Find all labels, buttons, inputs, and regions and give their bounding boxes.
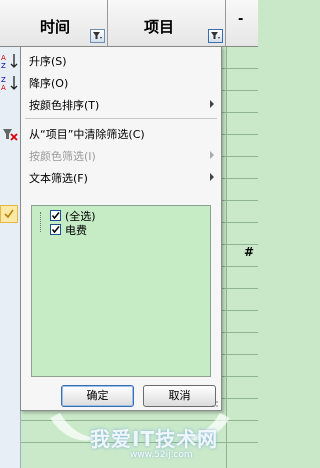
text-filter-active-indicator — [0, 205, 18, 223]
menu-item-label: 降序(O) — [29, 77, 69, 90]
menu-item-label: 按颜色筛选(I) — [29, 150, 96, 163]
menu-item-text-filters[interactable]: 文本筛选(F) — [21, 166, 221, 188]
menu-item-sort-descending[interactable]: 降序(O) — [21, 71, 221, 93]
cell-fragment: # — [244, 245, 255, 259]
menu-item-label: 按颜色排序(T) — [29, 99, 100, 112]
sort-descending-icon: ZA — [1, 74, 19, 92]
header-time-label: 时间 — [40, 18, 71, 36]
checkmark-icon — [51, 212, 60, 220]
checkmark-icon — [51, 226, 60, 234]
electricity-checkbox[interactable] — [50, 224, 61, 235]
column-header-row: 时间 项目 - — [0, 0, 258, 47]
svg-text:Z: Z — [1, 62, 6, 70]
watermark: 我爱IT技术网 www.52ij.com — [40, 408, 240, 466]
filter-values-list[interactable]: (全选) 电费 — [31, 205, 211, 377]
select-all-checkbox[interactable] — [50, 210, 61, 221]
submenu-arrow-icon — [210, 100, 214, 108]
menu-separator — [25, 118, 217, 119]
next-column-header-fragment: - — [238, 12, 244, 27]
menu-item-sort-ascending[interactable]: 升序(S) — [21, 49, 221, 71]
svg-text:A: A — [1, 84, 6, 92]
item-filter-button[interactable] — [208, 29, 223, 43]
menu-item-filter-by-color: 按颜色筛选(I) — [21, 144, 221, 166]
list-item-label: 电费 — [65, 224, 87, 237]
header-item-label: 项目 — [144, 18, 175, 36]
time-filter-button[interactable] — [90, 29, 105, 43]
grid-line — [226, 0, 227, 468]
menu-item-label: 升序(S) — [29, 55, 67, 68]
tree-line — [40, 212, 41, 232]
header-cell-time: 时间 — [0, 0, 108, 46]
sort-ascending-icon: AZ — [1, 52, 19, 70]
resize-grip-icon[interactable] — [211, 400, 219, 408]
menu-item-sort-by-color[interactable]: 按颜色排序(T) — [21, 93, 221, 115]
menu-item-label: 文本筛选(F) — [29, 172, 88, 185]
menu-item-label: 从“项目”中清除筛选(C) — [29, 128, 145, 141]
svg-text:Z: Z — [1, 76, 6, 84]
clear-filter-icon — [1, 126, 19, 144]
filter-funnel-icon — [211, 32, 220, 39]
watermark-url: www.52ij.com — [130, 450, 193, 460]
svg-text:A: A — [1, 54, 6, 62]
submenu-arrow-icon — [210, 173, 214, 181]
cancel-button[interactable]: 取消 — [143, 385, 216, 407]
autofilter-dropdown-menu: 升序(S) 降序(O) 按颜色排序(T) 从“项目”中清除筛选(C) 按颜色筛选… — [20, 46, 222, 411]
ok-button[interactable]: 确定 — [61, 385, 134, 407]
header-cell-item: 项目 — [108, 0, 226, 46]
menu-item-clear-filter[interactable]: 从“项目”中清除筛选(C) — [21, 122, 221, 144]
filter-funnel-icon — [93, 32, 102, 39]
watermark-text: 我爱IT技术网 — [90, 427, 219, 451]
menu-icon-column: AZ ZA — [0, 46, 20, 216]
submenu-arrow-icon — [210, 151, 214, 159]
checkmark-icon — [4, 209, 14, 219]
